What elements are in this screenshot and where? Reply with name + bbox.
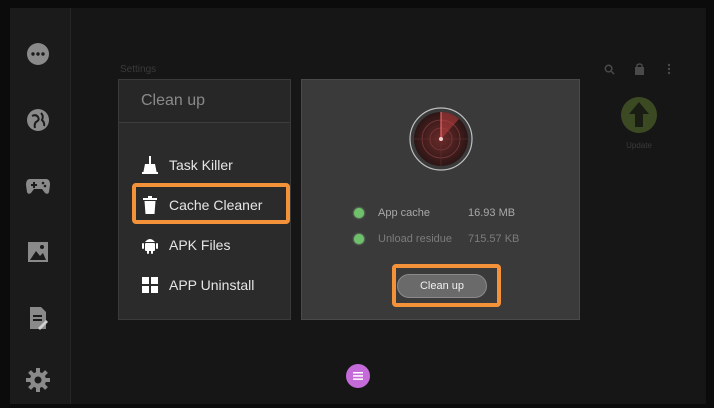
background-title: Settings: [120, 64, 157, 75]
top-action-icons: [602, 62, 676, 76]
status-dot-icon: [354, 234, 364, 244]
photo-icon[interactable]: [22, 236, 54, 268]
grid-icon: [141, 276, 159, 294]
store-bag-icon[interactable]: [632, 62, 646, 76]
document-edit-icon[interactable]: [22, 302, 54, 334]
selection-highlight: [132, 183, 290, 224]
globe-icon[interactable]: [22, 104, 54, 136]
button-highlight: [392, 264, 501, 307]
unload-residue-value: 715.57 KB: [468, 233, 520, 245]
menu-fab-button[interactable]: [346, 364, 370, 388]
menu-item-label: APP Uninstall: [169, 277, 255, 293]
android-icon: [141, 236, 159, 254]
left-sidebar: [10, 8, 71, 404]
app-cache-value: 16.93 MB: [468, 207, 516, 219]
radar-scan-icon: [409, 107, 473, 171]
unload-residue-label: Unload residue: [378, 233, 452, 245]
menu-item-label: Task Killer: [169, 157, 233, 173]
search-icon[interactable]: [602, 62, 616, 76]
gear-icon[interactable]: [22, 364, 54, 396]
app-cache-row: App cache 16.93 MB: [354, 207, 515, 219]
menu-item-label: APK Files: [169, 237, 231, 253]
chat-icon[interactable]: [22, 38, 54, 70]
unload-residue-row: Unload residue 715.57 KB: [354, 233, 519, 245]
menu-header: Clean up: [119, 80, 290, 123]
status-dot-icon: [354, 208, 364, 218]
menu-item-task-killer[interactable]: Task Killer: [141, 154, 233, 176]
menu-item-apk-files[interactable]: APK Files: [141, 234, 230, 256]
menu-lines-icon: [353, 372, 363, 380]
update-label: Update: [626, 141, 652, 150]
update-tile[interactable]: Update: [618, 96, 660, 150]
update-arrow-icon: [621, 97, 657, 133]
more-vert-icon[interactable]: [662, 62, 676, 76]
app-cache-label: App cache: [378, 207, 430, 219]
broom-icon: [141, 156, 159, 174]
gamepad-icon[interactable]: [22, 170, 54, 202]
menu-item-app-uninstall[interactable]: APP Uninstall: [141, 274, 254, 296]
